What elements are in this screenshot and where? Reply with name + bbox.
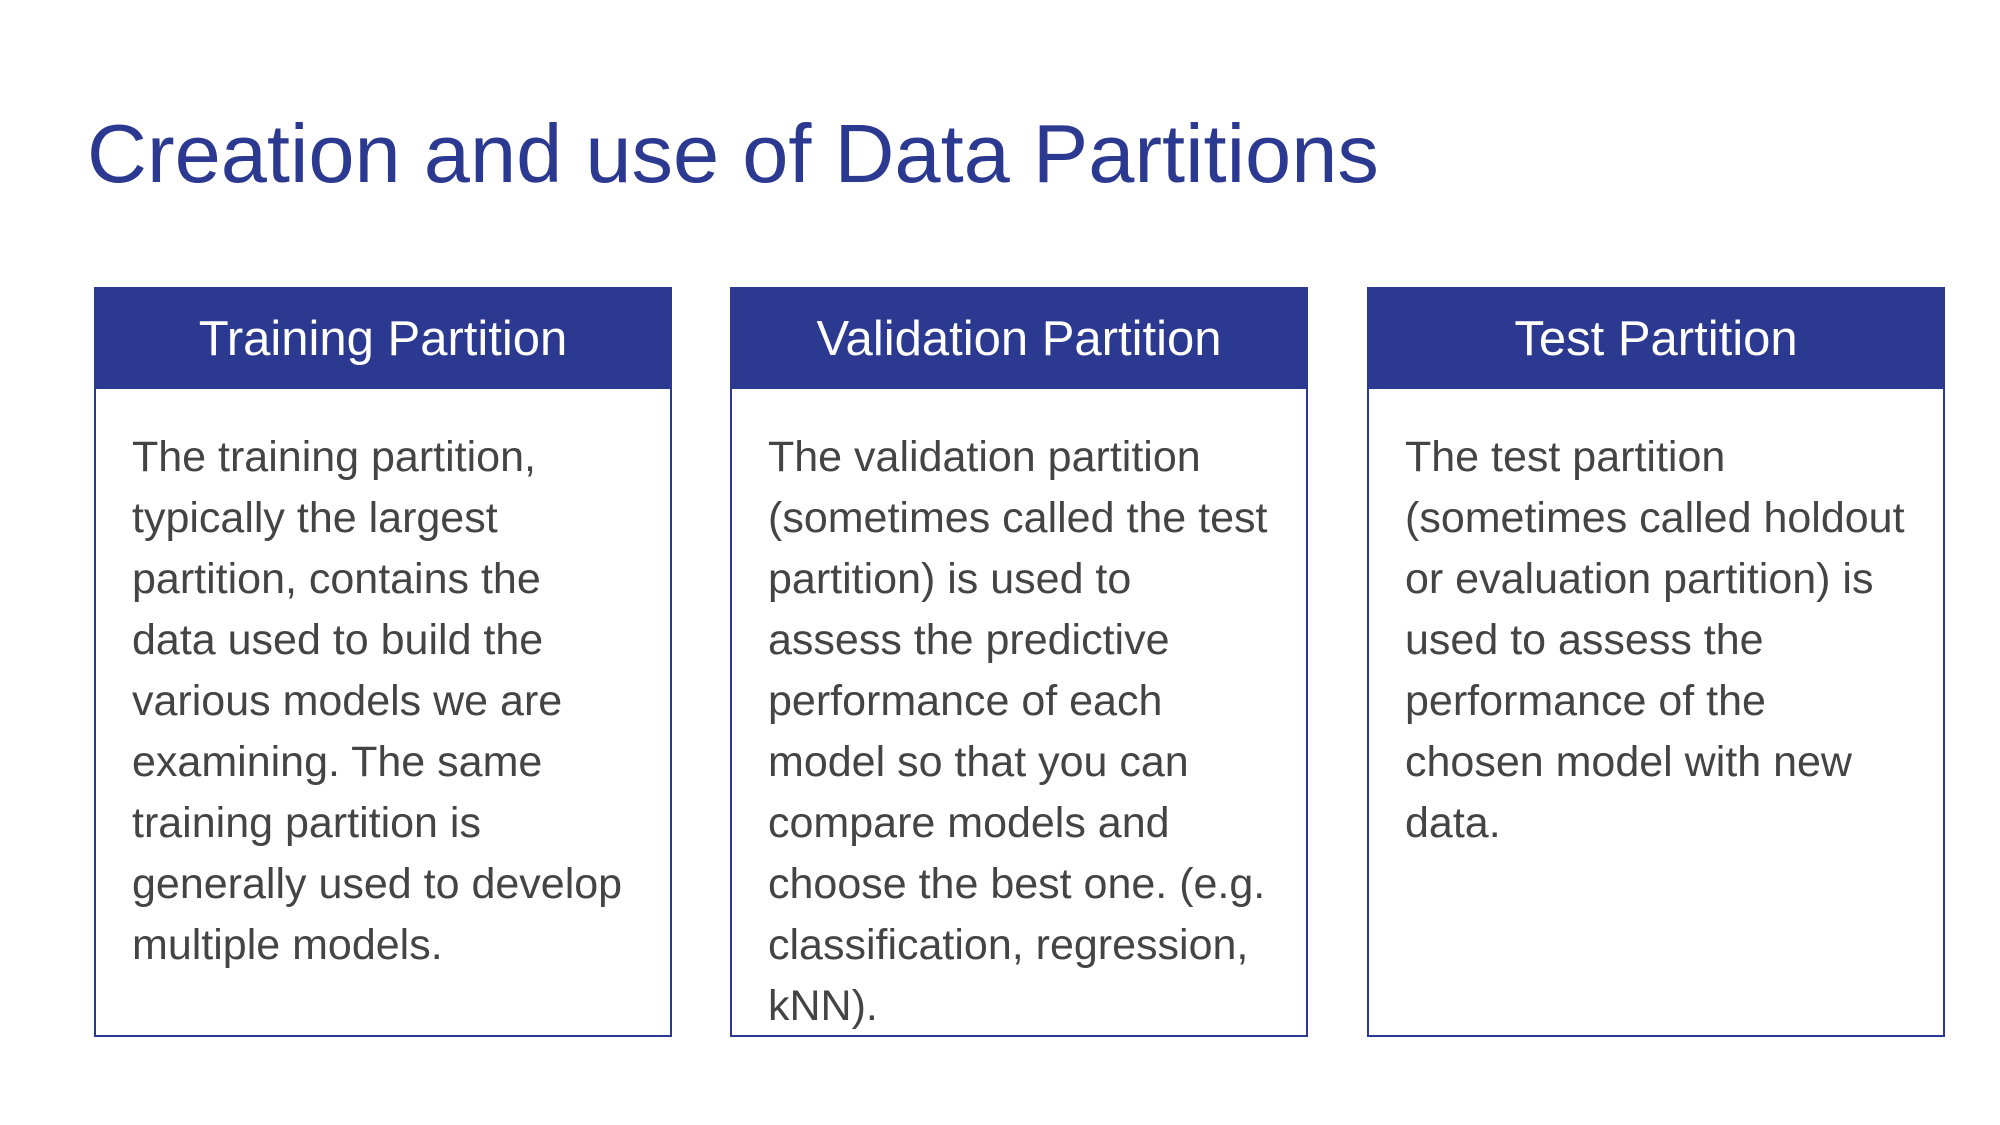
validation-partition-card: Validation Partition The validation part… xyxy=(730,287,1308,1037)
slide-title: Creation and use of Data Partitions xyxy=(87,107,1379,200)
training-partition-text: The training partition, typically the la… xyxy=(132,433,623,969)
test-partition-heading: Test Partition xyxy=(1369,289,1943,389)
training-partition-card: Training Partition The training partitio… xyxy=(94,287,672,1037)
validation-partition-text: The validation partition (sometimes call… xyxy=(768,433,1268,1030)
validation-partition-heading: Validation Partition xyxy=(732,289,1306,389)
training-partition-heading: Training Partition xyxy=(96,289,670,389)
test-partition-text: The test partition (sometimes called hol… xyxy=(1405,433,1905,847)
test-partition-card: Test Partition The test partition (somet… xyxy=(1367,287,1945,1037)
